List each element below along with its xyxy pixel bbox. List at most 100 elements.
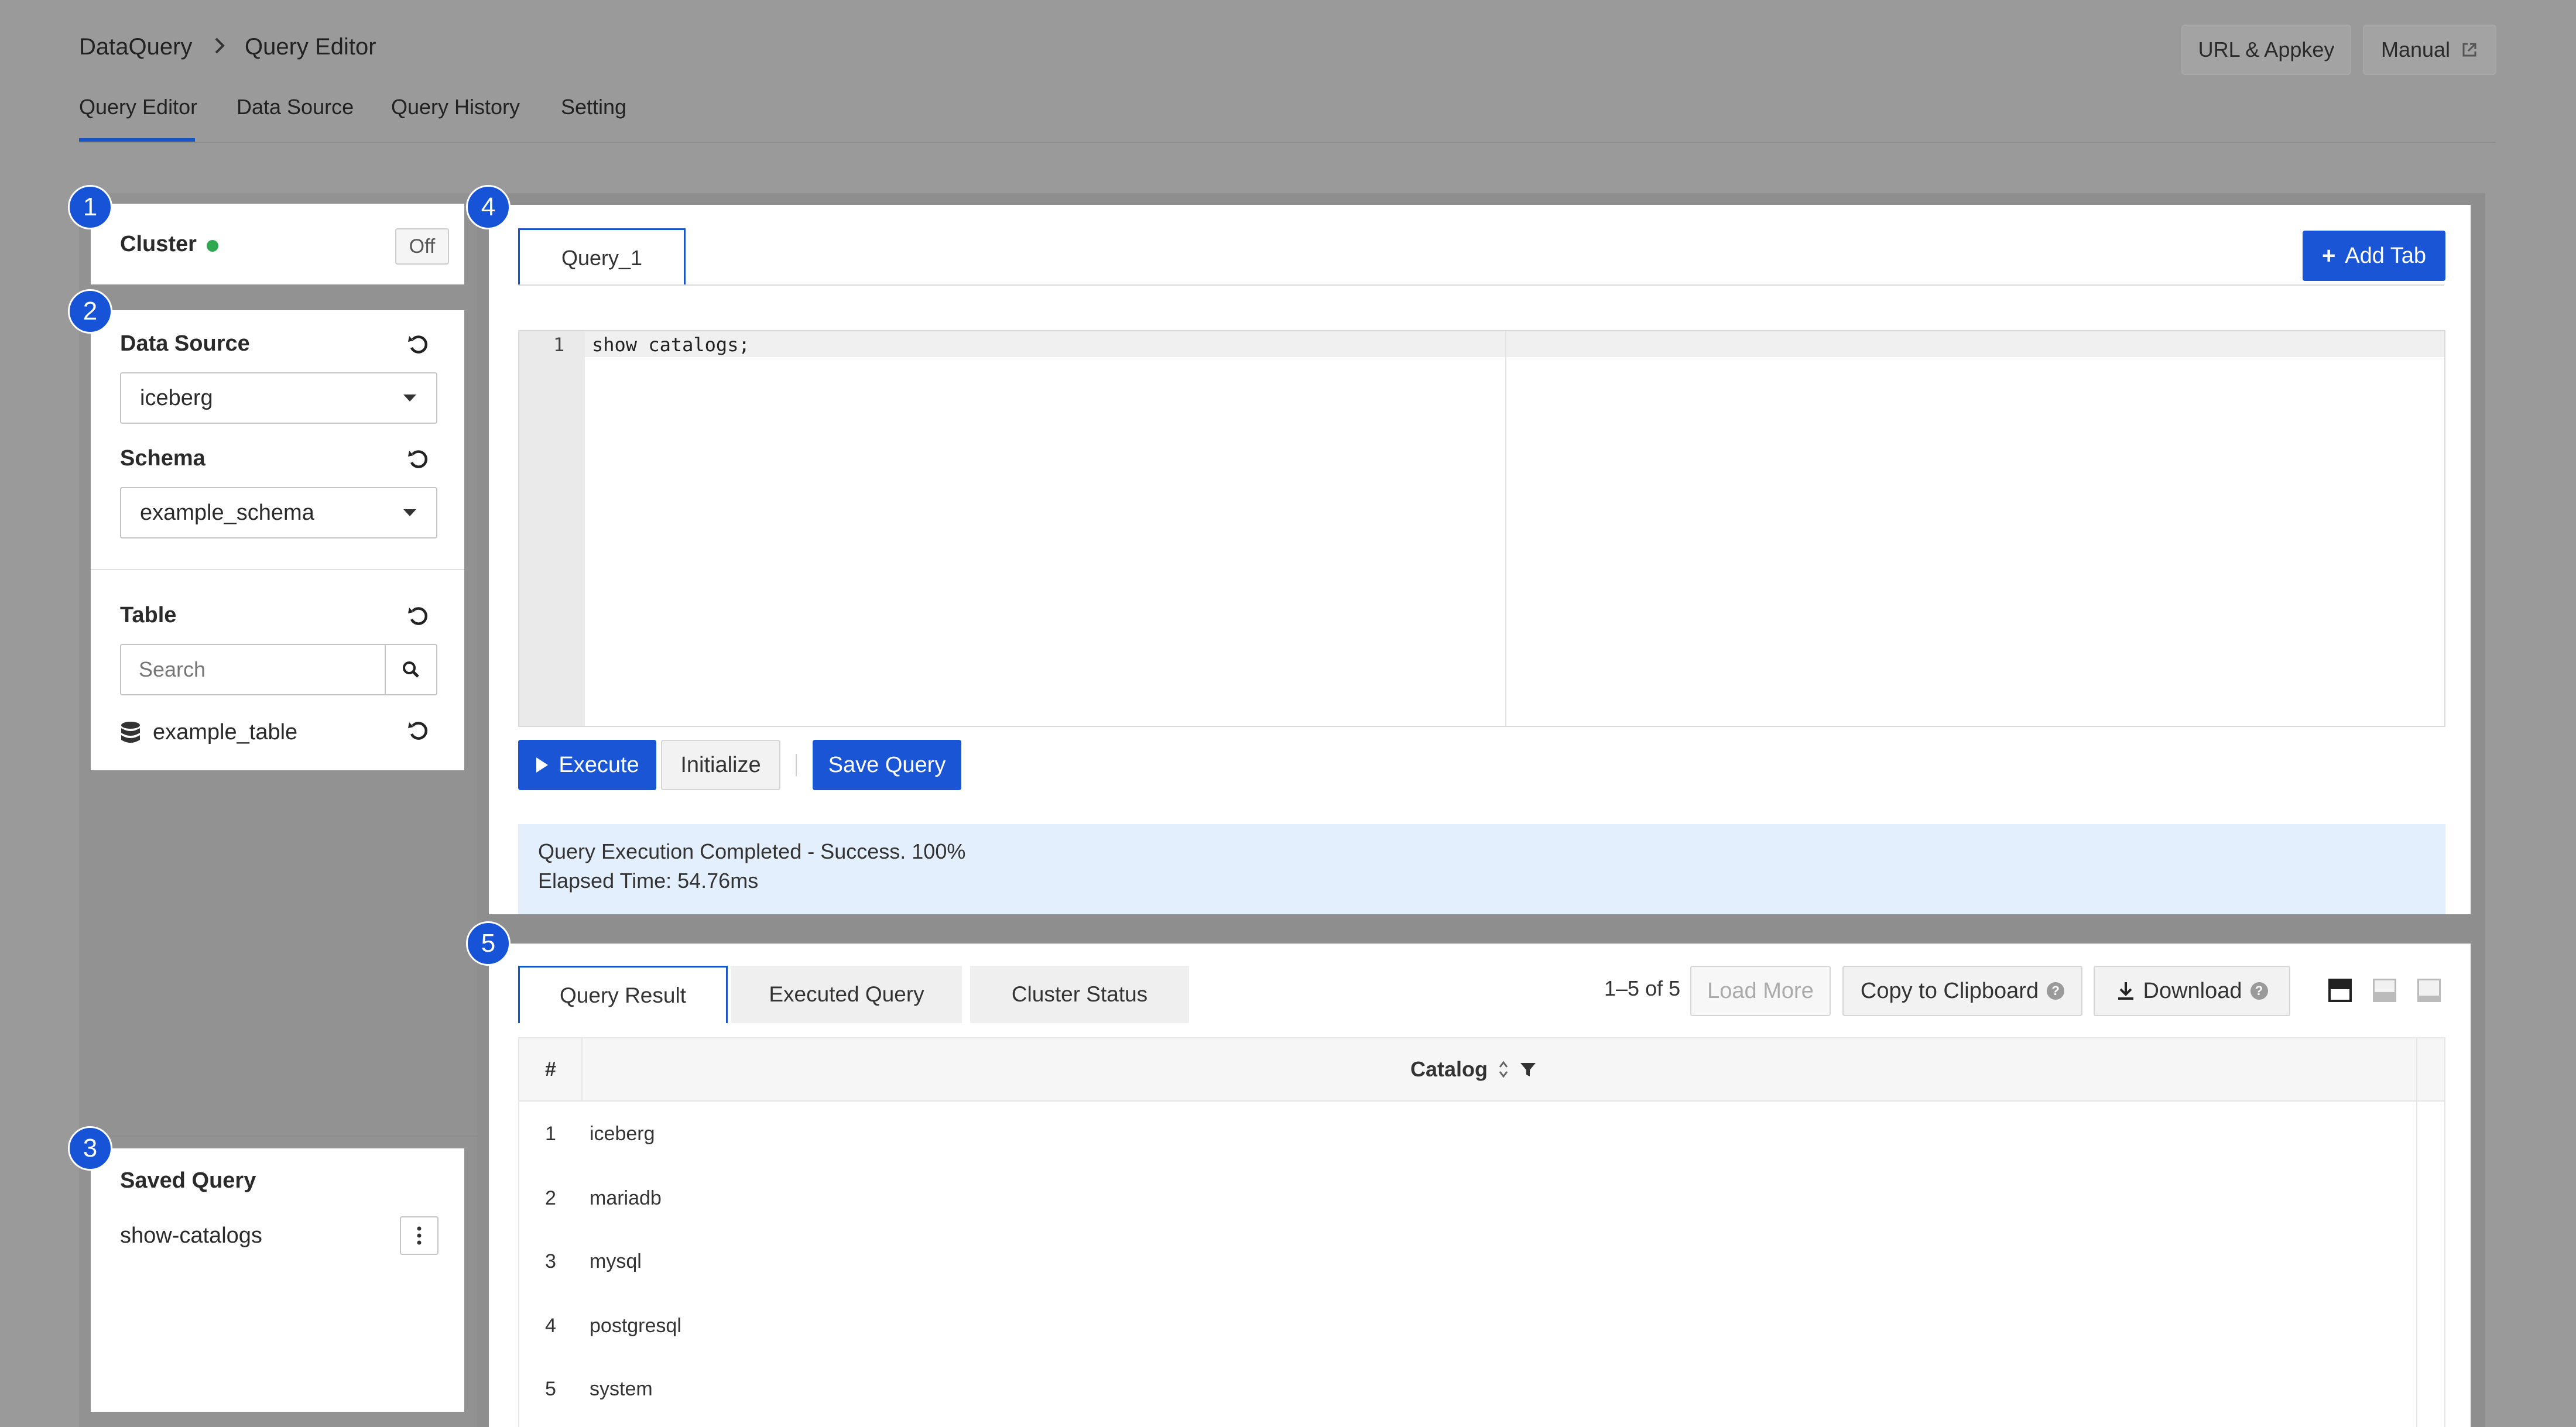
layout-full-icon[interactable]: [2328, 979, 2352, 1002]
tab-data-source[interactable]: Data Source: [237, 95, 354, 119]
help-icon: ?: [2047, 982, 2065, 1000]
execution-status: Query Execution Completed - Success. 100…: [518, 824, 2445, 914]
active-line-highlight: [585, 331, 2444, 357]
data-source-select[interactable]: iceberg: [120, 372, 437, 424]
line-gutter: [519, 331, 585, 726]
download-label: Download: [2143, 978, 2242, 1003]
download-button[interactable]: Download ?: [2094, 966, 2290, 1016]
table-row[interactable]: 1 iceberg: [519, 1102, 2416, 1165]
breadcrumb-root[interactable]: DataQuery: [79, 34, 192, 60]
tab-executed-query[interactable]: Executed Query: [731, 966, 962, 1023]
schema-label: Schema: [120, 446, 205, 471]
layout-bottom-icon[interactable]: [2417, 979, 2441, 1002]
cluster-label: Cluster: [120, 232, 197, 256]
data-source-value: iceberg: [140, 385, 213, 410]
refresh-icon[interactable]: [406, 331, 431, 357]
search-icon: [403, 661, 419, 678]
download-icon: [2118, 982, 2133, 1000]
table-item[interactable]: example_table: [120, 720, 297, 745]
chevron-down-icon: [403, 509, 416, 516]
table-search-input[interactable]: [121, 645, 385, 694]
chevron-right-icon: [211, 34, 228, 63]
tab-setting[interactable]: Setting: [561, 95, 626, 119]
refresh-icon[interactable]: [406, 603, 431, 629]
tab-query-1[interactable]: Query_1: [518, 228, 686, 286]
kebab-menu-icon: [417, 1226, 422, 1245]
save-query-button[interactable]: Save Query: [813, 740, 961, 790]
table-row[interactable]: 2 mariadb: [519, 1166, 2416, 1229]
load-more-button[interactable]: Load More: [1690, 966, 1831, 1016]
elapsed-time: Elapsed Time: 54.76ms: [538, 869, 759, 893]
chevron-down-icon: [403, 395, 416, 402]
saved-query-panel: Saved Query show-catalogs: [91, 1148, 464, 1412]
filter-icon[interactable]: [1519, 1061, 1537, 1078]
tab-query-result[interactable]: Query Result: [518, 966, 728, 1023]
initialize-button[interactable]: Initialize: [661, 740, 780, 790]
code-editor[interactable]: 1 show catalogs;: [518, 330, 2445, 727]
step-badge-3: 3: [68, 1126, 112, 1171]
row-index: 2: [545, 1187, 556, 1209]
copy-label: Copy to Clipboard: [1860, 978, 2039, 1003]
print-margin: [1505, 331, 1506, 726]
panel-divider: [91, 569, 464, 570]
column-divider: [581, 1038, 583, 1102]
scrollbar-track[interactable]: [2416, 1102, 2417, 1427]
table-name: example_table: [153, 720, 298, 745]
step-badge-5: 5: [466, 921, 511, 966]
page-title: Query Editor: [245, 34, 376, 60]
cluster-toggle[interactable]: Off: [395, 228, 449, 265]
saved-query-item[interactable]: show-catalogs: [120, 1223, 262, 1248]
data-source-label: Data Source: [120, 331, 250, 356]
layout-split-icon[interactable]: [2373, 979, 2396, 1002]
step-badge-4: 4: [466, 185, 511, 229]
database-icon: [121, 721, 140, 743]
refresh-icon[interactable]: [406, 718, 431, 743]
column-header-catalog[interactable]: Catalog: [1410, 1057, 1537, 1082]
search-button[interactable]: [385, 645, 436, 694]
row-index: 4: [545, 1315, 556, 1337]
help-icon: ?: [2250, 982, 2268, 1000]
sort-icon[interactable]: [1498, 1059, 1509, 1080]
button-separator: [796, 754, 797, 776]
play-icon: [536, 757, 549, 773]
table-search: [120, 644, 437, 695]
row-index: 1: [545, 1123, 556, 1145]
url-appkey-label: URL & Appkey: [2198, 37, 2335, 61]
column-divider: [2416, 1038, 2417, 1102]
add-tab-button[interactable]: + Add Tab: [2303, 231, 2445, 281]
tab-query-editor[interactable]: Query Editor: [79, 95, 197, 119]
table-row[interactable]: 5 system: [519, 1357, 2416, 1420]
cluster-status-dot: [207, 240, 218, 252]
url-appkey-button[interactable]: URL & Appkey: [2181, 25, 2351, 75]
row-index: 3: [545, 1250, 556, 1272]
tab-cluster-status[interactable]: Cluster Status: [970, 966, 1189, 1023]
sidebar-divider: [91, 1136, 477, 1137]
table-label: Table: [120, 603, 177, 627]
add-tab-label: Add Tab: [2345, 243, 2427, 268]
execute-label: Execute: [559, 752, 639, 777]
schema-value: example_schema: [140, 500, 314, 525]
table-row[interactable]: 4 postgresql: [519, 1294, 2416, 1357]
catalog-header-label: Catalog: [1410, 1057, 1488, 1081]
saved-query-label: Saved Query: [120, 1168, 256, 1193]
column-header-index: #: [545, 1058, 556, 1080]
tab-query-history[interactable]: Query History: [391, 95, 520, 119]
line-number: 1: [553, 334, 565, 356]
row-index: 5: [545, 1378, 556, 1400]
refresh-icon[interactable]: [406, 446, 431, 472]
execute-button[interactable]: Execute: [518, 740, 656, 790]
row-catalog: mariadb: [590, 1187, 662, 1209]
manual-button[interactable]: Manual: [2363, 25, 2496, 75]
result-table: # Catalog 1 iceberg 2 mariadb 3 mysql 4 …: [518, 1037, 2445, 1427]
table-row[interactable]: 3 mysql: [519, 1229, 2416, 1292]
manual-label: Manual: [2380, 37, 2451, 61]
editor-panel: Query_1 + Add Tab 1 show catalogs; Execu…: [489, 205, 2471, 914]
row-catalog: mysql: [590, 1250, 642, 1272]
copy-to-clipboard-button[interactable]: Copy to Clipboard ?: [1842, 966, 2082, 1016]
code-line: show catalogs;: [592, 334, 750, 356]
more-options-button[interactable]: [400, 1216, 439, 1255]
status-message: Query Execution Completed - Success. 100…: [538, 839, 966, 863]
results-panel: Query Result Executed Query Cluster Stat…: [489, 944, 2471, 1427]
schema-select[interactable]: example_schema: [120, 487, 437, 538]
tab-rule: [518, 284, 2444, 286]
